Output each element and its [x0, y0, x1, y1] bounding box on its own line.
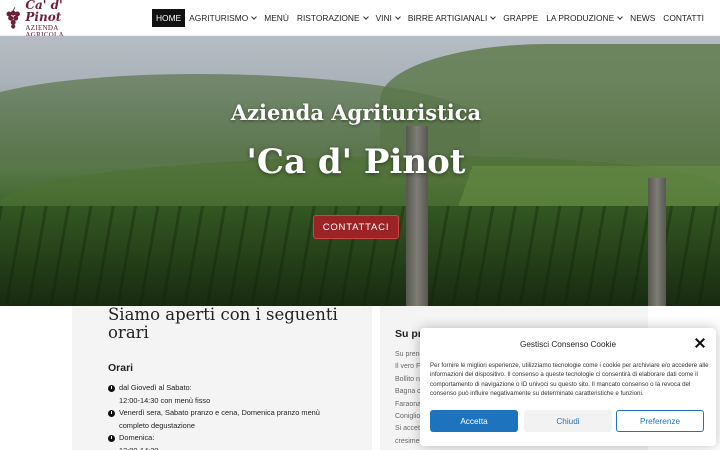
logo-title: Ca' d' Pinot [25, 0, 63, 24]
nav-item-label: GRAPPE [503, 13, 539, 23]
nav-item-home[interactable]: HOME [152, 9, 186, 27]
nav-item-agriturismo[interactable]: AGRITURISMO [185, 9, 260, 27]
nav-item-label: LA PRODUZIONE [546, 13, 615, 23]
cookie-consent-dialog: Gestisci Consenso Cookie Per fornire le … [420, 328, 716, 446]
chevron-down-icon [362, 13, 369, 20]
nav-item-contatti[interactable]: CONTATTI [659, 9, 708, 27]
hours-line: Domenica: [119, 433, 155, 443]
chevron-down-icon [617, 13, 624, 20]
hero-banner: Azienda Agrituristica 'Ca d' Pinot CONTA… [0, 36, 720, 306]
hours-line: Venerdì sera, Sabato pranzo e cena, Dome… [119, 408, 320, 418]
nav-item-label: MENÙ [264, 13, 289, 23]
contact-button[interactable]: CONTATTACI [313, 215, 399, 239]
hours-item: dal Giovedì al Sabato: 12:00-14:30 con me… [108, 382, 348, 407]
site-header: Ca' d' Pinot AZIENDA AGRICOLA HOME AGRITU… [0, 0, 720, 38]
nav-item-label: VINI [375, 13, 392, 23]
chevron-down-icon [251, 13, 258, 20]
main-nav: HOME AGRITURISMO MENÙ RISTORAZIONE VINI BIRRE… [152, 9, 708, 27]
orari-heading: Orari [108, 362, 134, 374]
nav-item-label: HOME [156, 13, 182, 23]
nav-item-grappe[interactable]: GRAPPE [499, 9, 542, 27]
hours-item: Venerdì sera, Sabato pranzo e cena, Dome… [108, 407, 348, 432]
hours-line: completo degustazione [119, 420, 196, 430]
clock-icon [108, 385, 115, 392]
chevron-down-icon [395, 13, 401, 20]
accept-button[interactable]: Accetta [430, 410, 518, 432]
hero-subtitle: Azienda Agrituristica [230, 100, 482, 125]
nav-item-label: RISTORAZIONE [296, 13, 360, 23]
clock-icon [108, 410, 115, 418]
hours-list: dal Giovedì al Sabato: 12:00-14:30 con me… [108, 382, 348, 450]
hero-title: 'Ca d' Pinot [246, 142, 466, 182]
hours-line: 12:00-14:30 [119, 445, 348, 450]
nav-item-label: CONTATTI [663, 13, 704, 23]
section-title: Siamo aperti con i seguenti orari [108, 305, 338, 342]
hours-line: 12:00-14:30 con menù fisso [119, 395, 211, 405]
nav-item-label: AGRITURISMO [189, 13, 249, 23]
nav-item-menù[interactable]: MENÙ [260, 9, 293, 27]
nav-item-label: BIRRE ARTIGIANALI [407, 13, 488, 23]
logo[interactable]: Ca' d' Pinot AZIENDA AGRICOLA [4, 0, 90, 38]
hours-line: dal Giovedì al Sabato: [119, 383, 192, 392]
clock-icon [108, 435, 115, 443]
grape-logo-icon [6, 6, 20, 29]
nav-item-vini[interactable]: VINI [372, 9, 404, 27]
preferences-button[interactable]: Preferenze [616, 410, 704, 432]
hours-item: Domenica: 12:00-14:30 [108, 432, 348, 450]
nav-item-la-produzione[interactable]: LA PRODUZIONE [542, 9, 626, 27]
nav-item-label: NEWS [630, 13, 656, 23]
nav-item-news[interactable]: NEWS [626, 9, 659, 27]
close-icon[interactable] [694, 337, 706, 349]
nav-item-ristorazione[interactable]: RISTORAZIONE [293, 9, 372, 27]
deny-button[interactable]: Chiudi [524, 410, 612, 432]
nav-item-birre-artigianali[interactable]: BIRRE ARTIGIANALI [404, 9, 499, 27]
cookie-text: Per fornire le migliori esperienze, util… [430, 362, 709, 398]
cookie-title: Gestisci Consenso Cookie [519, 340, 617, 349]
chevron-down-icon [490, 13, 497, 20]
